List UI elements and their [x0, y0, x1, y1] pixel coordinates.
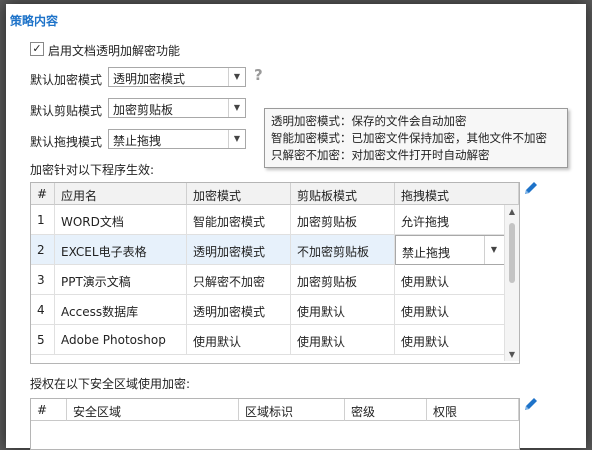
default-drag-mode-label: 默认拖拽模式	[30, 135, 103, 149]
enable-encryption-checkbox[interactable]: ✓	[30, 42, 44, 56]
row-clipboard-mode: 不加密剪贴板	[297, 245, 370, 259]
column-header-label: #	[37, 187, 48, 201]
row-clipboard-mode: 加密剪贴板	[297, 215, 358, 229]
column-header-zone[interactable]: 安全区域	[67, 399, 239, 421]
row-app-name: Access数据库	[61, 305, 139, 319]
tooltip-line: 智能加密模式：已加密文件保持加密，其他文件不加密	[271, 131, 547, 145]
chevron-down-icon[interactable]: ▼	[228, 130, 245, 148]
column-header-security-level[interactable]: 密级	[345, 399, 427, 421]
enable-encryption-label: 启用文档透明加解密功能	[48, 44, 181, 58]
policy-window: 策略内容 ✓ 启用文档透明加解密功能 默认加密模式 透明加密模式 ▼ ? 默认剪…	[6, 4, 586, 450]
scrollbar-thumb[interactable]	[509, 223, 515, 283]
row-drag-mode: 使用默认	[401, 275, 450, 289]
scroll-down-icon[interactable]: ▼	[505, 350, 519, 359]
row-drag-mode: 禁止拖拽	[402, 246, 451, 260]
zone-table: # 安全区域 区域标识 密级 权限	[30, 398, 520, 450]
column-header-label: #	[37, 403, 48, 417]
column-header-label: 拖拽模式	[401, 189, 450, 203]
zone-table-caption: 授权在以下安全区域使用加密:	[30, 377, 191, 391]
mode-help-tooltip: 透明加密模式：保存的文件会自动加密 智能加密模式：已加密文件保持加密，其他文件不…	[264, 108, 568, 168]
default-clipboard-mode-select[interactable]: 加密剪贴板 ▼	[108, 98, 246, 118]
column-header-drag-mode[interactable]: 拖拽模式	[395, 183, 519, 205]
default-drag-mode-value: 禁止拖拽	[113, 134, 162, 148]
help-icon[interactable]: ?	[254, 66, 263, 84]
row-drag-mode-select[interactable]: 禁止拖拽 ▼	[395, 235, 505, 265]
row-index: 3	[37, 273, 45, 287]
row-clipboard-mode: 加密剪贴板	[297, 275, 358, 289]
column-header-label: 区域标识	[245, 405, 294, 419]
column-header-label: 加密模式	[193, 189, 242, 203]
chevron-down-icon[interactable]: ▼	[484, 236, 503, 264]
row-encrypt-mode: 使用默认	[193, 335, 242, 349]
chevron-down-icon[interactable]: ▼	[228, 68, 245, 86]
column-header-app[interactable]: 应用名	[55, 183, 187, 205]
row-clipboard-mode: 使用默认	[297, 335, 346, 349]
row-encrypt-mode: 透明加密模式	[193, 245, 266, 259]
row-app-name: Adobe Photoshop	[61, 333, 166, 347]
row-app-name: EXCEL电子表格	[61, 245, 147, 259]
tooltip-line: 透明加密模式：保存的文件会自动加密	[271, 114, 467, 128]
column-header-index[interactable]: #	[31, 399, 67, 421]
row-index: 4	[37, 303, 45, 317]
row-index: 1	[37, 213, 45, 227]
scroll-up-icon[interactable]: ▲	[505, 207, 519, 216]
default-clipboard-mode-label: 默认剪贴模式	[30, 104, 103, 118]
default-encrypt-mode-value: 透明加密模式	[113, 72, 186, 86]
default-drag-mode-select[interactable]: 禁止拖拽 ▼	[108, 129, 246, 149]
column-header-zone-id[interactable]: 区域标识	[239, 399, 345, 421]
column-header-encrypt-mode[interactable]: 加密模式	[187, 183, 291, 205]
default-encrypt-mode-label: 默认加密模式	[30, 73, 103, 87]
column-header-clipboard-mode[interactable]: 剪贴板模式	[291, 183, 395, 205]
program-table-caption: 加密针对以下程序生效:	[30, 163, 155, 177]
section-title: 策略内容	[10, 14, 59, 28]
chevron-down-icon[interactable]: ▼	[228, 99, 245, 117]
row-app-name: PPT演示文稿	[61, 275, 131, 289]
column-header-permission[interactable]: 权限	[427, 399, 519, 421]
edit-zones-icon[interactable]	[523, 396, 539, 416]
tooltip-line: 只解密不加密：对加密文件打开时自动解密	[271, 148, 490, 162]
row-drag-mode: 使用默认	[401, 335, 450, 349]
table-scrollbar[interactable]: ▲ ▼	[504, 205, 519, 361]
row-app-name: WORD文档	[61, 215, 124, 229]
row-drag-mode: 使用默认	[401, 305, 450, 319]
edit-programs-icon[interactable]	[523, 180, 539, 200]
row-encrypt-mode: 只解密不加密	[193, 275, 266, 289]
default-clipboard-mode-value: 加密剪贴板	[113, 103, 174, 117]
row-index: 2	[37, 243, 45, 257]
row-clipboard-mode: 使用默认	[297, 305, 346, 319]
default-encrypt-mode-select[interactable]: 透明加密模式 ▼	[108, 67, 246, 87]
column-header-label: 安全区域	[73, 405, 122, 419]
row-drag-mode: 允许拖拽	[401, 215, 450, 229]
column-header-label: 应用名	[61, 189, 98, 203]
row-encrypt-mode: 透明加密模式	[193, 305, 266, 319]
column-header-label: 权限	[433, 405, 458, 419]
row-index: 5	[37, 333, 45, 347]
column-header-label: 剪贴板模式	[297, 189, 358, 203]
program-table: # 应用名 加密模式 剪贴板模式 拖拽模式 1 WORD文档 智能加密模式 加密…	[30, 182, 520, 364]
column-header-label: 密级	[351, 405, 376, 419]
row-encrypt-mode: 智能加密模式	[193, 215, 266, 229]
column-header-index[interactable]: #	[31, 183, 55, 205]
